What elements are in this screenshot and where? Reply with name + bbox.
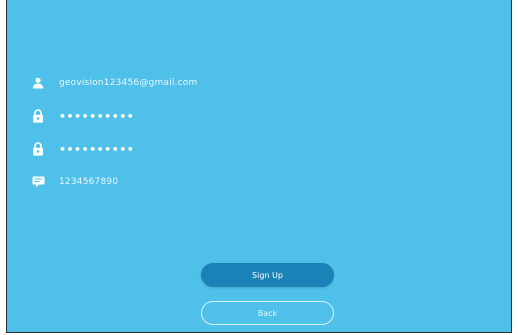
- password-field[interactable]: ••••••••••: [31, 106, 134, 126]
- lock-icon: [31, 142, 45, 156]
- confirm-password-value: ••••••••••: [59, 142, 135, 156]
- back-button[interactable]: Back: [201, 301, 334, 325]
- verification-code-field[interactable]: 1234567890: [31, 172, 118, 192]
- user-icon: [31, 76, 45, 90]
- sign-up-button[interactable]: Sign Up: [201, 263, 334, 287]
- verification-code-value: 1234567890: [59, 177, 119, 187]
- lock-icon: [31, 109, 45, 123]
- email-field[interactable]: geovision123456@gmail.com: [31, 73, 197, 93]
- confirm-password-field[interactable]: ••••••••••: [31, 139, 134, 159]
- message-icon: [31, 175, 45, 189]
- email-value: geovision123456@gmail.com: [59, 78, 198, 88]
- sign-up-screen: geovision123456@gmail.com •••••••••• •••…: [6, 0, 512, 333]
- password-value: ••••••••••: [59, 109, 135, 123]
